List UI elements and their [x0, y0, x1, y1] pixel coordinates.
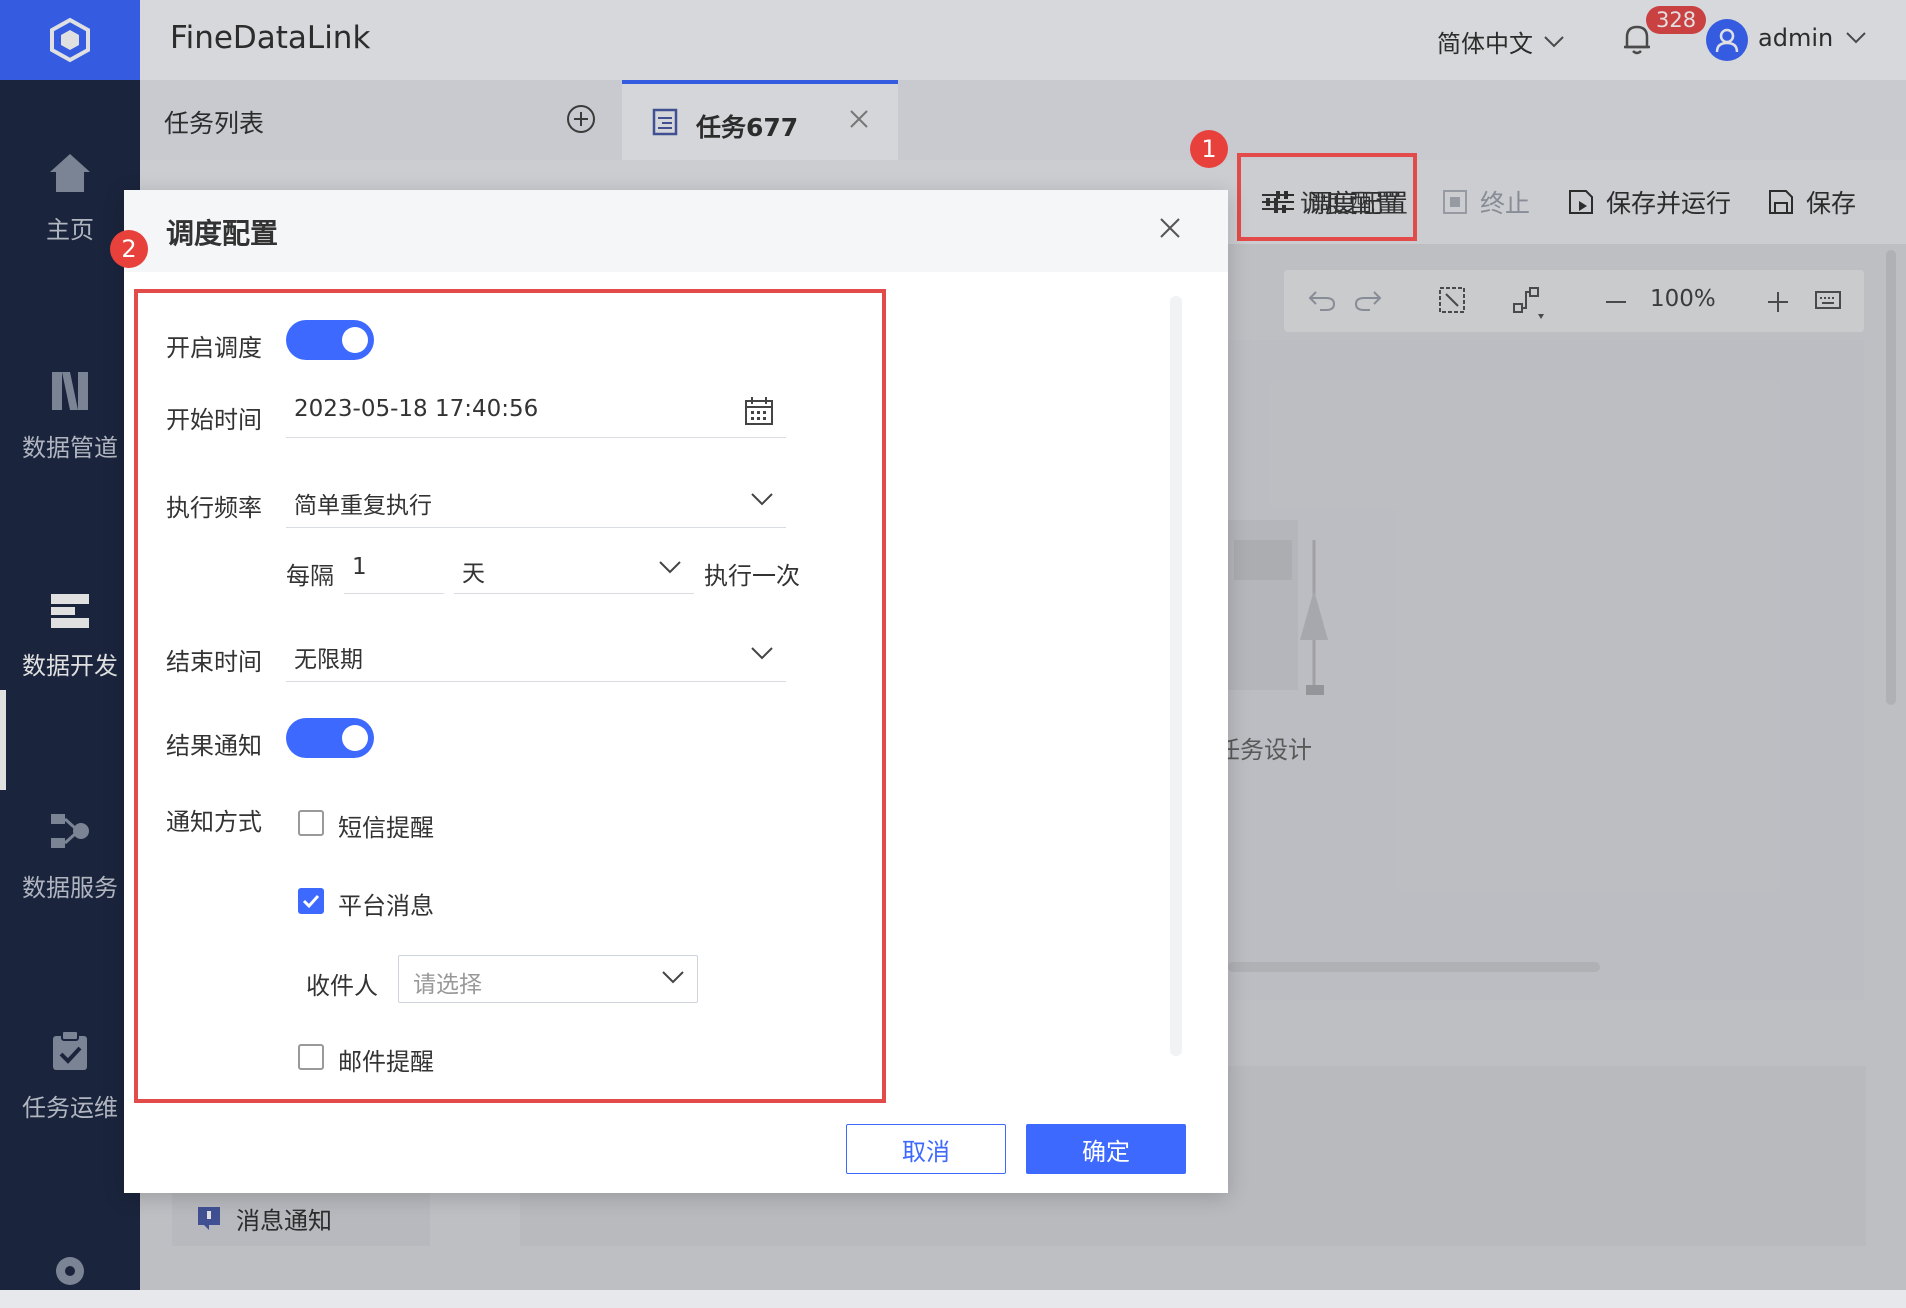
annotation-highlight-2: [134, 289, 886, 1103]
annotation-step-1: 1: [1190, 130, 1228, 168]
close-icon[interactable]: [1158, 216, 1182, 240]
dialog-scrollbar[interactable]: [1170, 296, 1182, 1056]
confirm-button[interactable]: 确定: [1026, 1124, 1186, 1174]
schedule-config-label: 调度配置: [1300, 189, 1401, 218]
annotation-step-2: 2: [110, 230, 148, 268]
schedule-config-button-top[interactable]: 调度配置: [1260, 184, 1400, 220]
dialog-title: 调度配置: [166, 217, 279, 250]
cancel-button[interactable]: 取消: [846, 1124, 1006, 1174]
sliders-icon: [1262, 191, 1286, 213]
dialog-header: 调度配置: [124, 190, 1228, 272]
